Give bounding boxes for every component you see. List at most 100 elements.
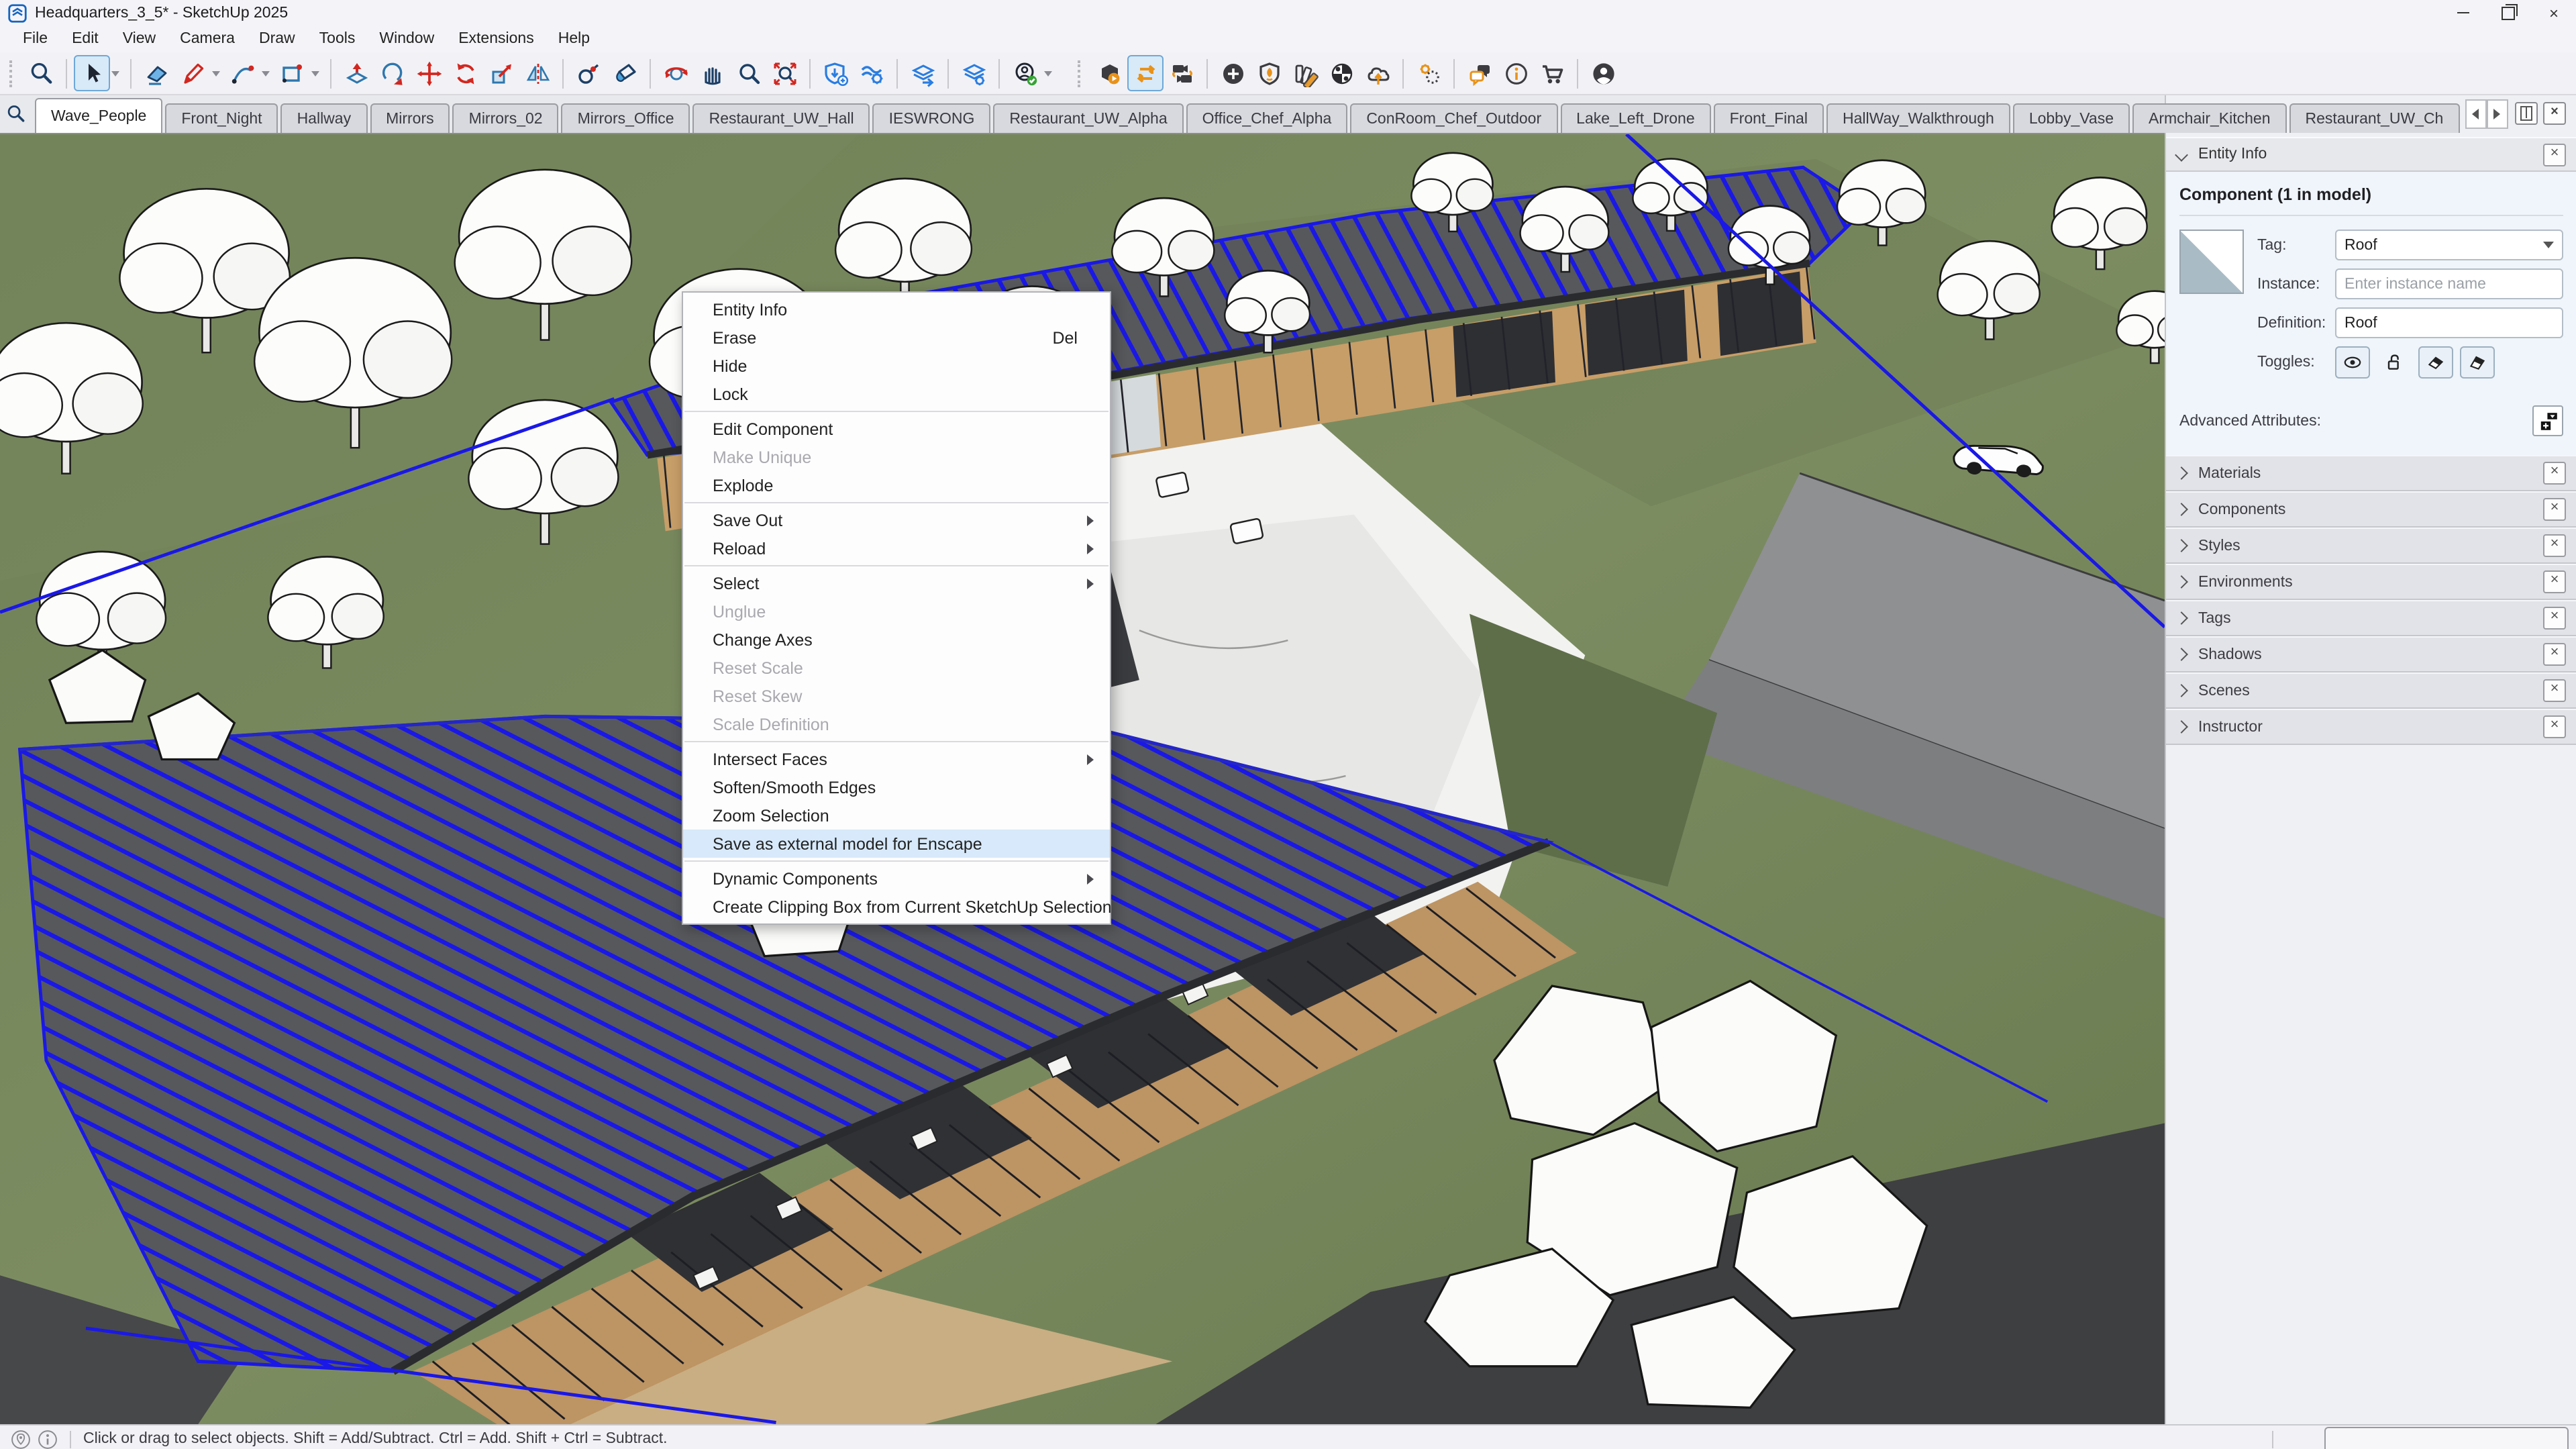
toggle-receive-shadows-button[interactable] <box>2460 346 2495 379</box>
context-item-select[interactable]: Select <box>683 569 1110 597</box>
instance-input[interactable] <box>2335 268 2563 299</box>
section-close-icon[interactable]: × <box>2543 534 2566 557</box>
tag-select[interactable]: Roof <box>2335 230 2563 260</box>
tray-section-instructor[interactable]: Instructor× <box>2166 709 2576 745</box>
enscape-render-button[interactable] <box>1091 55 1127 91</box>
shield-download-button[interactable] <box>817 55 854 91</box>
arc-dropdown-icon[interactable] <box>262 70 270 76</box>
scene-tab-armchair-kitchen[interactable]: Armchair_Kitchen <box>2132 103 2287 133</box>
push-pull-button[interactable] <box>338 55 374 91</box>
context-item-change-axes[interactable]: Change Axes <box>683 626 1110 654</box>
section-close-icon[interactable]: × <box>2543 498 2566 521</box>
toggle-unlocked-button[interactable] <box>2377 346 2412 379</box>
pan-button[interactable] <box>694 55 730 91</box>
close-button[interactable]: × <box>2531 0 2576 26</box>
tabs-scroll-right-button[interactable] <box>2486 99 2508 129</box>
orbit-button[interactable] <box>658 55 694 91</box>
scene-tab-restaurant-uw-alpha[interactable]: Restaurant_UW_Alpha <box>993 103 1183 133</box>
scene-tab-conroom-chef-outdoor[interactable]: ConRoom_Chef_Outdoor <box>1350 103 1557 133</box>
context-item-hide[interactable]: Hide <box>683 352 1110 380</box>
tray-section-tags[interactable]: Tags× <box>2166 600 2576 636</box>
avatar-button[interactable] <box>1585 55 1621 91</box>
feedback-chat-button[interactable] <box>1461 55 1498 91</box>
context-item-lock[interactable]: Lock <box>683 380 1110 408</box>
context-item-create-clipping-box-from-current-sketchup-selection[interactable]: Create Clipping Box from Current SketchU… <box>683 893 1110 921</box>
tray-section-components[interactable]: Components× <box>2166 491 2576 528</box>
scene-tab-lake-left-drone[interactable]: Lake_Left_Drone <box>1560 103 1710 133</box>
cloud-upload-button[interactable] <box>1359 55 1396 91</box>
tray-section-shadows[interactable]: Shadows× <box>2166 636 2576 672</box>
camera-sync-button[interactable] <box>1164 55 1200 91</box>
section-close-icon[interactable]: × <box>2543 462 2566 485</box>
menu-item-file[interactable]: File <box>11 28 60 50</box>
tape-measure-button[interactable] <box>570 55 607 91</box>
section-close-icon[interactable]: × <box>2543 715 2566 738</box>
entity-info-header[interactable]: Entity Info × <box>2166 137 2576 172</box>
tray-section-environments[interactable]: Environments× <box>2166 564 2576 600</box>
measurements-input[interactable] <box>2324 1426 2569 1449</box>
menu-item-tools[interactable]: Tools <box>307 28 368 50</box>
enscape-objects-button[interactable] <box>1251 55 1287 91</box>
account-check-dropdown-icon[interactable] <box>1044 70 1052 76</box>
tray-section-scenes[interactable]: Scenes× <box>2166 672 2576 709</box>
zoom-extents-button[interactable] <box>766 55 803 91</box>
scene-tab-hallway-walkthrough[interactable]: HallWay_Walkthrough <box>1826 103 2010 133</box>
cart-button[interactable] <box>1534 55 1570 91</box>
arc-button[interactable] <box>224 55 260 91</box>
scale-button[interactable] <box>483 55 519 91</box>
scene-tab-lobby-vase[interactable]: Lobby_Vase <box>2013 103 2130 133</box>
scene-tab-restaurant-uw-ch[interactable]: Restaurant_UW_Ch <box>2289 103 2460 133</box>
context-item-intersect-faces[interactable]: Intersect Faces <box>683 745 1110 773</box>
tray-section-materials[interactable]: Materials× <box>2166 455 2576 491</box>
menu-item-draw[interactable]: Draw <box>247 28 307 50</box>
section-close-icon[interactable]: × <box>2543 570 2566 593</box>
scene-tab-restaurant-uw-hall[interactable]: Restaurant_UW_Hall <box>693 103 870 133</box>
tabs-scroll-left-button[interactable] <box>2465 99 2486 129</box>
gears-settings-button[interactable] <box>1410 55 1447 91</box>
minimize-button[interactable] <box>2440 0 2485 26</box>
material-palette-button[interactable] <box>1287 55 1323 91</box>
account-check-button[interactable] <box>1007 55 1043 91</box>
context-item-save-out[interactable]: Save Out <box>683 506 1110 534</box>
context-item-reload[interactable]: Reload <box>683 534 1110 562</box>
menu-item-edit[interactable]: Edit <box>60 28 111 50</box>
add-circle-button[interactable] <box>1215 55 1251 91</box>
menu-item-extensions[interactable]: Extensions <box>446 28 546 50</box>
context-item-edit-component[interactable]: Edit Component <box>683 415 1110 443</box>
toggle-visible-eye-button[interactable] <box>2335 346 2370 379</box>
layers-export-button[interactable] <box>905 55 941 91</box>
enscape-sync-button[interactable] <box>1127 55 1164 91</box>
definition-input[interactable] <box>2335 307 2563 338</box>
section-close-icon[interactable]: × <box>2543 643 2566 666</box>
menu-item-help[interactable]: Help <box>546 28 602 50</box>
waves-gear-button[interactable] <box>854 55 890 91</box>
menu-item-camera[interactable]: Camera <box>168 28 247 50</box>
restore-button[interactable] <box>2485 0 2531 26</box>
zoom-button[interactable] <box>730 55 766 91</box>
zoom-tool-button[interactable] <box>23 55 59 91</box>
tray-close-button[interactable]: × <box>2543 101 2566 124</box>
viewport-3d[interactable]: Entity InfoEraseDelHideLockEdit Componen… <box>0 134 2165 1424</box>
section-close-icon[interactable]: × <box>2543 607 2566 630</box>
entity-info-close-icon[interactable]: × <box>2543 143 2566 166</box>
checker-sphere-button[interactable] <box>1323 55 1359 91</box>
scene-search-button[interactable] <box>5 99 27 129</box>
toolbar-drag-handle[interactable] <box>9 60 17 87</box>
scene-tab-front-night[interactable]: Front_Night <box>165 103 278 133</box>
info-circle-button[interactable] <box>1498 55 1534 91</box>
scene-tab-wave-people[interactable]: Wave_People <box>35 98 162 133</box>
scene-tab-front-final[interactable]: Front_Final <box>1714 103 1824 133</box>
move-button[interactable] <box>411 55 447 91</box>
scene-tab-mirrors-office[interactable]: Mirrors_Office <box>562 103 690 133</box>
rectangle-button[interactable] <box>274 55 310 91</box>
menu-item-window[interactable]: Window <box>367 28 446 50</box>
scene-tab-mirrors-02[interactable]: Mirrors_02 <box>453 103 559 133</box>
scene-tab-mirrors[interactable]: Mirrors <box>370 103 450 133</box>
section-close-icon[interactable]: × <box>2543 679 2566 702</box>
geolocation-icon[interactable] <box>11 1429 31 1449</box>
select-arrow-dropdown-icon[interactable] <box>111 70 119 76</box>
pencil-dropdown-icon[interactable] <box>212 70 220 76</box>
scene-tab-hallway[interactable]: Hallway <box>281 103 368 133</box>
help-info-icon[interactable] <box>38 1429 58 1449</box>
paint-bucket-button[interactable] <box>607 55 643 91</box>
